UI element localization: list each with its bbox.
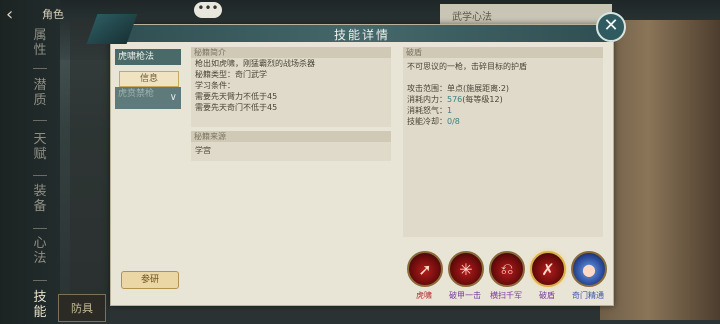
- armor-break-icon: ✳: [448, 251, 484, 287]
- tab-secondary-skill[interactable]: 虎贲禁枪 ∨: [115, 87, 181, 109]
- chevron-icon: ∨: [169, 92, 177, 103]
- nav-divider: [33, 120, 47, 121]
- range-value: 单点(施展距离:2): [447, 84, 510, 93]
- chat-bubble-icon[interactable]: •••: [194, 2, 222, 18]
- dialog-titlebar: 技能详情: [111, 25, 613, 42]
- intro-box: 秘籍简介 枪出如虎啸，刚猛霸烈的战场杀器 秘籍类型：奇门武学 学习条件： 需要先…: [191, 47, 391, 127]
- skill-label: 奇门精通: [572, 291, 604, 300]
- detail-range: 攻击范围：单点(施展距离:2): [403, 83, 603, 94]
- skill-podun[interactable]: ✗ 破盾: [530, 251, 566, 301]
- source-box: 秘籍来源 学宫: [191, 131, 391, 161]
- range-label: 攻击范围：: [407, 84, 447, 93]
- sweep-icon: ⎌: [489, 251, 525, 287]
- intro-line: 秘籍类型：奇门武学: [195, 70, 267, 79]
- skill-detail-dialog: 技能详情 虎啸枪法 信息 虎贲禁枪 ∨ 秘籍简介 枪出如虎啸，刚猛霸烈的战场杀器…: [110, 24, 614, 306]
- tab-info[interactable]: 信息: [119, 71, 179, 87]
- skill-qimen[interactable]: ● 奇门精通: [571, 251, 607, 301]
- nav-divider: [33, 280, 47, 281]
- detail-rage: 消耗怒气：1: [403, 105, 603, 116]
- close-icon[interactable]: ✕: [596, 12, 626, 42]
- back-arrow-icon[interactable]: ‹: [6, 4, 13, 25]
- skill-huxiao[interactable]: ➚ 虎啸: [407, 251, 443, 301]
- nav-divider: [33, 175, 47, 176]
- tab-secondary-label: 虎贲禁枪: [118, 89, 155, 99]
- rage-value: 1: [447, 106, 453, 115]
- skill-pojia[interactable]: ✳ 破甲一击: [448, 251, 484, 301]
- nav-item-talent[interactable]: 天赋: [32, 132, 48, 162]
- tab-skill-name[interactable]: 虎啸枪法: [115, 49, 181, 65]
- detail-header: 破盾: [403, 47, 603, 58]
- nav-item-mental-art[interactable]: 心法: [32, 236, 48, 266]
- cooldown-value: 0/8: [447, 117, 460, 126]
- detail-power: 消耗内力：576(每等级12): [403, 94, 603, 105]
- source-header: 秘籍来源: [191, 131, 391, 142]
- nav-divider: [33, 68, 47, 69]
- intro-line: 需要先天奇门不低于45: [195, 103, 278, 112]
- nav-divider: [33, 228, 47, 229]
- nav-item-potential[interactable]: 潜质: [32, 78, 48, 108]
- power-suffix: (每等级12): [462, 95, 503, 104]
- dialog-tabs: 虎啸枪法 信息 虎贲禁枪 ∨: [115, 49, 183, 139]
- armor-button[interactable]: 防具: [58, 294, 106, 322]
- detail-cooldown: 技能冷却：0/8: [403, 116, 603, 127]
- research-button[interactable]: 参研: [121, 271, 179, 289]
- power-label: 消耗内力：: [407, 95, 447, 104]
- rage-label: 消耗怒气：: [407, 106, 447, 115]
- skill-hengsao[interactable]: ⎌ 横扫千军: [489, 251, 525, 301]
- behind-panel-title: 武学心法: [452, 12, 492, 23]
- shield-break-icon: ✗: [530, 251, 566, 287]
- intro-line: 枪出如虎啸，刚猛霸烈的战场杀器: [195, 59, 315, 68]
- detail-box: 破盾 不可思议的一枪，击碎目标的护盾 攻击范围：单点(施展距离:2) 消耗内力：…: [403, 47, 603, 237]
- mastery-icon: ●: [571, 251, 607, 287]
- spear-strike-icon: ➚: [407, 251, 443, 287]
- intro-line: 学习条件：: [195, 81, 235, 90]
- cooldown-label: 技能冷却：: [407, 117, 447, 126]
- dialog-title: 技能详情: [333, 28, 390, 42]
- left-nav: [0, 0, 60, 324]
- page-title: 角色: [42, 8, 64, 21]
- nav-item-skills[interactable]: 技能: [32, 290, 48, 320]
- pillar-decoration: [70, 20, 110, 320]
- nav-item-equipment[interactable]: 装备: [32, 184, 48, 214]
- detail-description: 不可思议的一枪，击碎目标的护盾: [407, 62, 527, 71]
- source-line: 学宫: [195, 146, 211, 155]
- nav-item-attributes[interactable]: 属性: [32, 28, 48, 58]
- building-decoration: [600, 20, 720, 320]
- intro-line: 需要先天臂力不低于45: [195, 92, 278, 101]
- power-value: 576: [447, 95, 463, 104]
- intro-header: 秘籍简介: [191, 47, 391, 58]
